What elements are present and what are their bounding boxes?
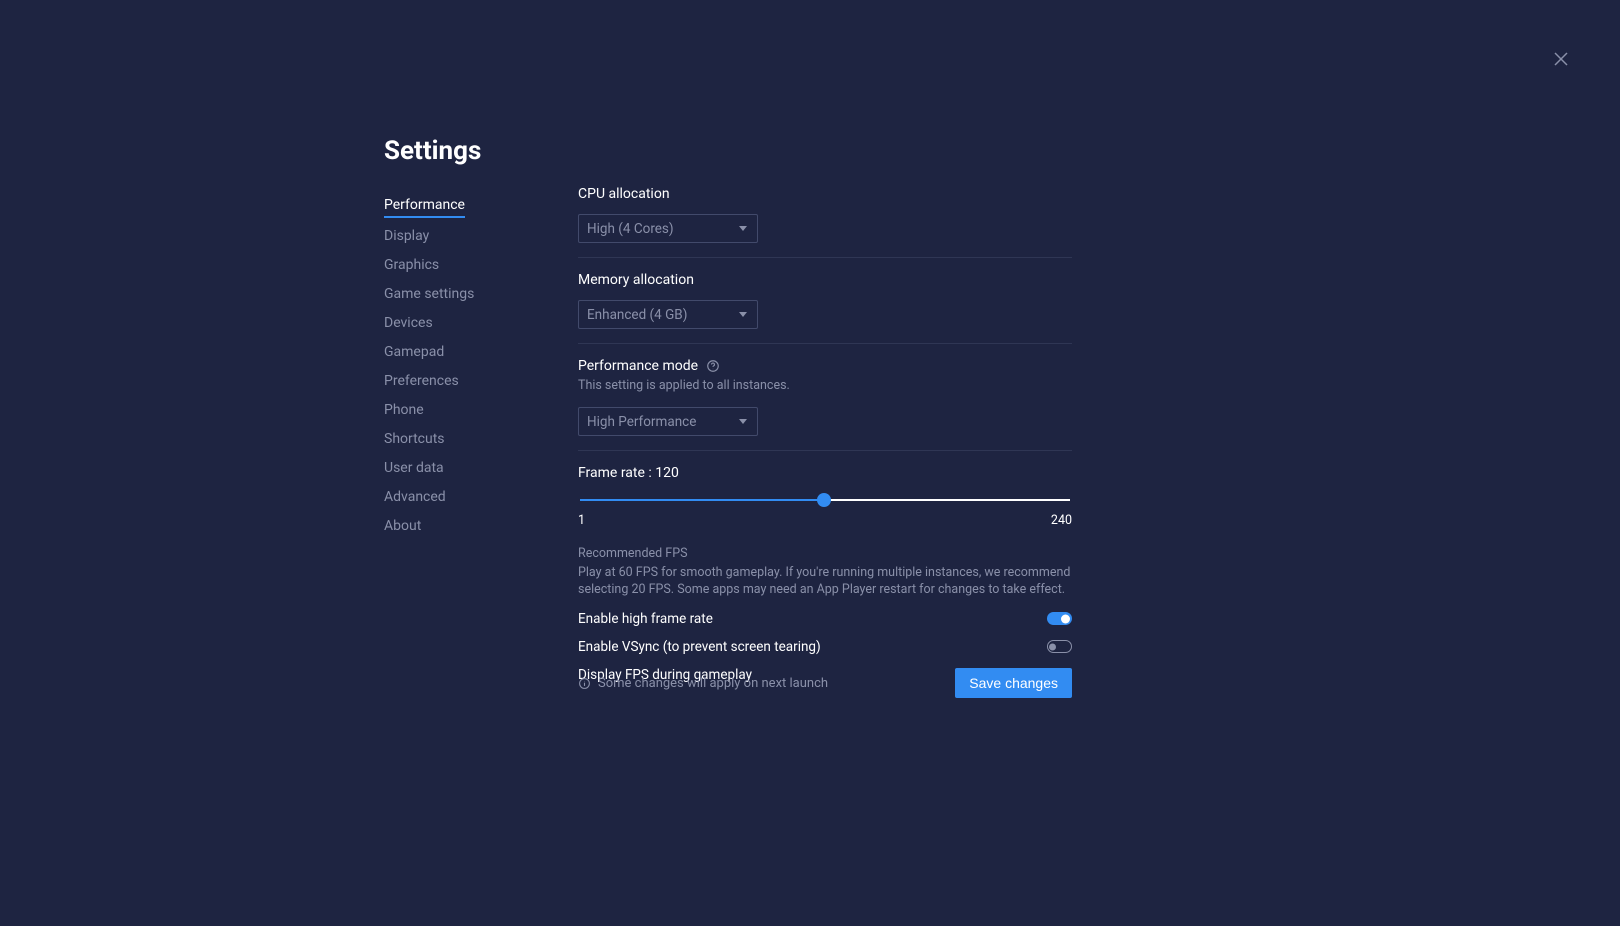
sidebar-item-preferences[interactable]: Preferences [384, 366, 459, 395]
settings-sidebar: Performance Display Graphics Game settin… [384, 190, 544, 540]
sidebar-item-performance[interactable]: Performance [384, 190, 465, 218]
settings-footer: Some changes will apply on next launch S… [578, 668, 1072, 698]
sidebar-item-phone[interactable]: Phone [384, 395, 424, 424]
enable-high-frame-rate-label: Enable high frame rate [578, 611, 713, 627]
close-button[interactable] [1552, 50, 1570, 68]
memory-allocation-section: Memory allocation Enhanced (4 GB) [578, 272, 1072, 344]
sidebar-item-devices[interactable]: Devices [384, 308, 433, 337]
close-icon [1552, 53, 1570, 72]
frame-rate-max: 240 [1051, 513, 1072, 528]
performance-mode-dropdown[interactable]: High Performance [578, 407, 758, 436]
performance-mode-label: Performance mode [578, 358, 698, 374]
performance-mode-section: Performance mode This setting is applied… [578, 358, 1072, 451]
frame-rate-section: Frame rate : 120 1 240 Recommended FPS P… [578, 465, 1072, 683]
info-icon [578, 677, 591, 690]
performance-mode-value: High Performance [587, 414, 696, 430]
chevron-down-icon [739, 419, 747, 424]
cpu-allocation-value: High (4 Cores) [587, 221, 674, 237]
performance-mode-sublabel: This setting is applied to all instances… [578, 378, 1072, 393]
frame-rate-min: 1 [578, 513, 585, 528]
cpu-allocation-label: CPU allocation [578, 186, 1072, 202]
settings-content: CPU allocation High (4 Cores) Memory all… [578, 186, 1072, 683]
recommended-fps-body: Play at 60 FPS for smooth gameplay. If y… [578, 565, 1072, 599]
memory-allocation-label: Memory allocation [578, 272, 1072, 288]
sidebar-item-graphics[interactable]: Graphics [384, 250, 439, 279]
sidebar-item-game-settings[interactable]: Game settings [384, 279, 474, 308]
footer-note: Some changes will apply on next launch [578, 676, 828, 691]
chevron-down-icon [739, 226, 747, 231]
toggle-knob [1061, 614, 1070, 623]
sidebar-item-user-data[interactable]: User data [384, 453, 444, 482]
help-icon[interactable] [706, 359, 720, 373]
save-changes-button[interactable]: Save changes [955, 668, 1072, 698]
enable-vsync-label: Enable VSync (to prevent screen tearing) [578, 639, 821, 655]
enable-high-frame-rate-toggle[interactable] [1047, 612, 1072, 625]
enable-vsync-toggle[interactable] [1047, 640, 1072, 653]
footer-note-text: Some changes will apply on next launch [598, 676, 828, 691]
frame-rate-label: Frame rate : 120 [578, 465, 1072, 481]
page-title: Settings [384, 136, 481, 166]
cpu-allocation-dropdown[interactable]: High (4 Cores) [578, 214, 758, 243]
sidebar-item-gamepad[interactable]: Gamepad [384, 337, 444, 366]
recommended-fps-title: Recommended FPS [578, 546, 1072, 561]
frame-rate-slider[interactable] [580, 489, 1070, 511]
slider-fill [580, 499, 824, 501]
cpu-allocation-section: CPU allocation High (4 Cores) [578, 186, 1072, 258]
memory-allocation-dropdown[interactable]: Enhanced (4 GB) [578, 300, 758, 329]
slider-thumb[interactable] [817, 493, 831, 507]
sidebar-item-about[interactable]: About [384, 511, 421, 540]
sidebar-item-display[interactable]: Display [384, 221, 429, 250]
toggle-knob [1049, 643, 1056, 650]
chevron-down-icon [739, 312, 747, 317]
sidebar-item-shortcuts[interactable]: Shortcuts [384, 424, 445, 453]
memory-allocation-value: Enhanced (4 GB) [587, 307, 687, 323]
sidebar-item-advanced[interactable]: Advanced [384, 482, 446, 511]
